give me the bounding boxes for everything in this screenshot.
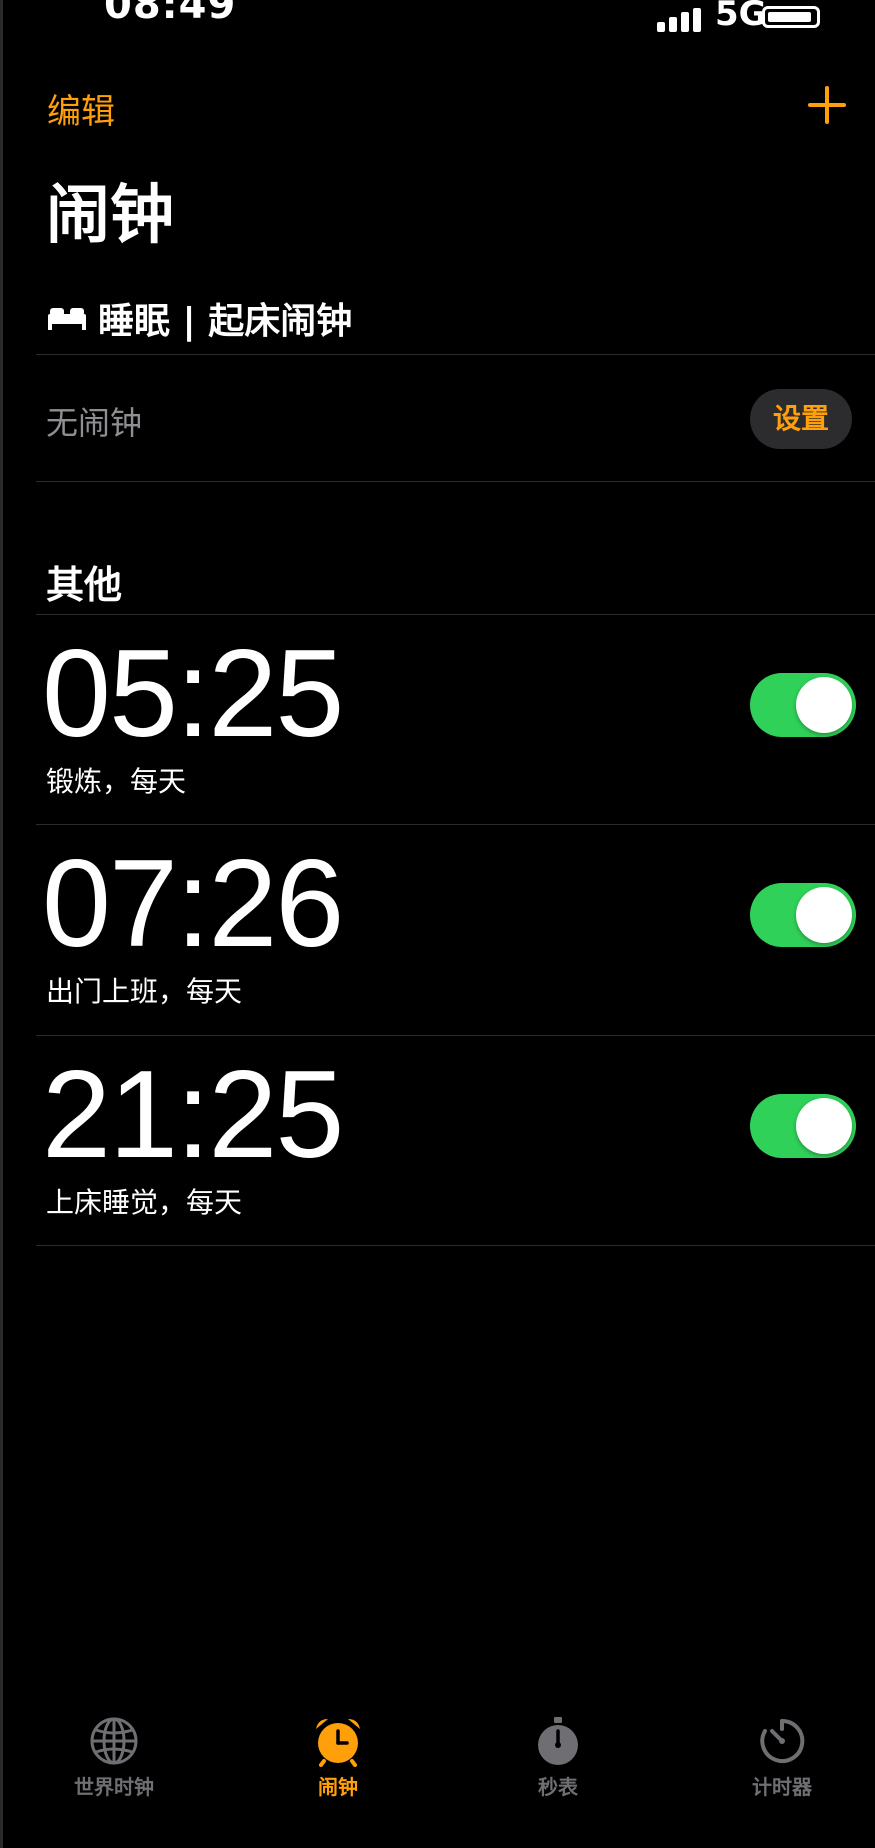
no-alarm-text: 无闹钟	[46, 404, 143, 442]
divider	[36, 354, 875, 355]
toggle-knob	[796, 1098, 852, 1154]
plus-icon[interactable]	[808, 86, 846, 124]
other-section-title: 其他	[46, 563, 123, 607]
tab-label: 秒表	[538, 1775, 578, 1799]
bed-icon	[48, 308, 86, 330]
battery-icon	[762, 6, 820, 28]
alarm-time: 21:25	[42, 1046, 344, 1184]
status-time: 08:49	[104, 0, 237, 28]
toggle-knob	[796, 887, 852, 943]
edit-button[interactable]: 编辑	[47, 84, 115, 133]
alarm-time: 05:25	[42, 625, 344, 763]
alarm-label: 出门上班，每天	[46, 975, 243, 1008]
tab-alarm[interactable]: 闹钟	[258, 1715, 418, 1815]
divider	[36, 481, 875, 482]
alarm-row[interactable]: 21:25 上床睡觉，每天	[0, 1035, 875, 1245]
sleep-section-header: 睡眠 | 起床闹钟	[46, 296, 352, 342]
sleep-section-title: 睡眠 | 起床闹钟	[98, 301, 353, 342]
alarm-toggle[interactable]	[750, 883, 856, 947]
divider	[36, 1245, 875, 1246]
timer-icon	[760, 1718, 805, 1763]
tab-label: 世界时钟	[74, 1775, 154, 1799]
toggle-knob	[796, 677, 852, 733]
tab-label: 闹钟	[318, 1775, 358, 1799]
setup-button[interactable]: 设置	[750, 389, 852, 449]
stopwatch-icon	[538, 1717, 578, 1765]
alarm-label: 上床睡觉，每天	[46, 1186, 243, 1219]
alarm-screen: 08:49 5G 编辑 闹钟 睡眠 | 起床闹钟 无闹钟 设置 其他 05:25…	[0, 0, 875, 1848]
tab-timer[interactable]: 计时器	[702, 1715, 862, 1815]
alarm-label: 锻炼，每天	[46, 765, 187, 798]
globe-icon	[90, 1717, 138, 1765]
alarm-toggle[interactable]	[750, 1094, 856, 1158]
alarm-clock-icon	[316, 1719, 360, 1767]
signal-icon	[657, 6, 705, 32]
network-label: 5G	[715, 0, 767, 34]
alarm-toggle[interactable]	[750, 673, 856, 737]
status-bar: 08:49 5G	[0, 0, 875, 40]
tab-label: 计时器	[752, 1775, 812, 1799]
alarm-time: 07:26	[42, 835, 344, 973]
tab-bar: 世界时钟 闹钟 秒表 计时器	[0, 1715, 875, 1815]
page-title: 闹钟	[46, 179, 174, 253]
tab-world-clock[interactable]: 世界时钟	[34, 1715, 194, 1815]
tab-stopwatch[interactable]: 秒表	[478, 1715, 638, 1815]
alarm-row[interactable]: 05:25 锻炼，每天	[0, 614, 875, 824]
alarm-row[interactable]: 07:26 出门上班，每天	[0, 824, 875, 1034]
